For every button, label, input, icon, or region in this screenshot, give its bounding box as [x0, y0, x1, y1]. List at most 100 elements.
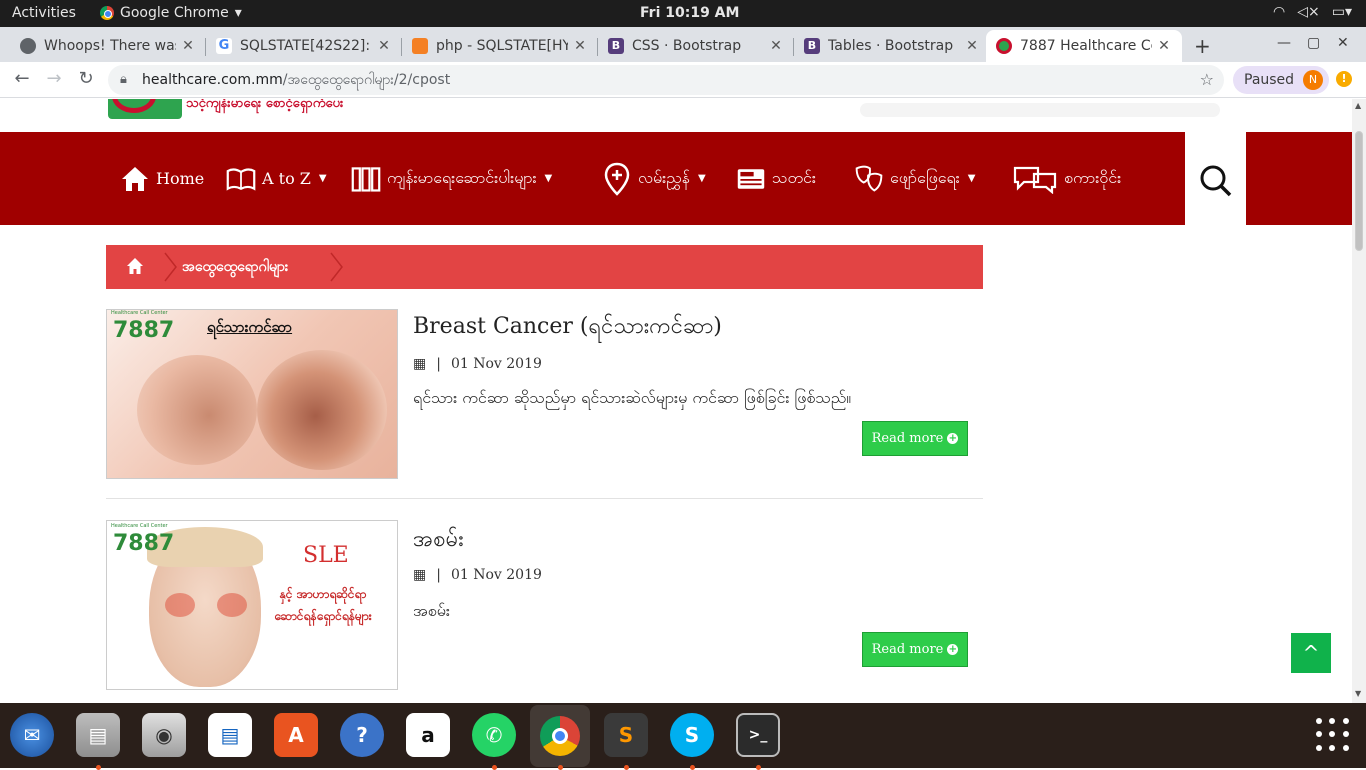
tab-healthcare[interactable]: 7887 Healthcare Ce ✕: [986, 30, 1182, 62]
tab-title: CSS · Bootstrap: [632, 38, 742, 54]
search-button[interactable]: [1185, 132, 1246, 225]
tab-whoops[interactable]: Whoops! There was ✕: [10, 30, 206, 62]
amazon-icon[interactable]: a: [406, 713, 450, 757]
post-thumbnail[interactable]: Healthcare Call Center 7887 SLE နှင့် အာ…: [106, 520, 398, 690]
lock-icon: 🔒︎: [120, 72, 127, 87]
show-applications-icon[interactable]: [1316, 718, 1350, 752]
close-icon[interactable]: ✕: [964, 38, 980, 54]
terminal-icon[interactable]: >_: [736, 713, 780, 757]
scrollbar-thumb[interactable]: [1355, 131, 1363, 251]
close-icon[interactable]: ✕: [180, 38, 196, 54]
libreoffice-writer-icon[interactable]: ▤: [208, 713, 252, 757]
breadcrumb-current[interactable]: အထွေထွေရောဂါများ: [182, 257, 288, 278]
minimize-button[interactable]: —: [1277, 35, 1291, 51]
system-top-bar: Activities Google Chrome ▾ Fri 10:19 AM …: [0, 0, 1366, 27]
stackoverflow-icon: [412, 38, 428, 54]
rhythmbox-icon[interactable]: ◉: [142, 713, 186, 757]
post-date: 01 Nov 2019: [450, 567, 542, 583]
home-icon[interactable]: [126, 257, 144, 279]
app-menu[interactable]: Google Chrome ▾: [100, 5, 242, 21]
clock[interactable]: Fri 10:19 AM: [640, 5, 739, 21]
nav-home[interactable]: Home: [120, 132, 204, 225]
main-nav: Home A to Z ▼ ကျန်းမာရေးဆောင်းပါးများ ▼ …: [0, 132, 1352, 225]
breadcrumb-chevron-icon: [330, 252, 343, 282]
warning-icon: [20, 38, 36, 54]
tab-title: SQLSTATE[42S22]: C: [240, 38, 372, 54]
tab-title: 7887 Healthcare Ce: [1020, 38, 1152, 54]
nav-forum[interactable]: စကားဝိုင်း: [1012, 132, 1121, 225]
back-arrow-icon[interactable]: ←: [10, 68, 34, 89]
whatsapp-icon[interactable]: ✆: [472, 713, 516, 757]
nav-news[interactable]: သတင်း: [736, 132, 816, 225]
thunderbird-icon[interactable]: ✉: [10, 713, 54, 757]
post-meta: ▦ | 01 Nov 2019: [413, 567, 542, 583]
site-tagline: သင့်ကျန်းမာရေး စောင့်ရှောက်ပေး: [186, 99, 344, 111]
close-icon[interactable]: ✕: [768, 38, 784, 54]
sublime-text-icon[interactable]: S: [604, 713, 648, 757]
tab-stackoverflow[interactable]: php - SQLSTATE[HY ✕: [402, 30, 598, 62]
post-title[interactable]: အစမ်း: [413, 524, 464, 557]
chrome-icon: [100, 6, 114, 20]
url-domain: healthcare.com.mm: [142, 72, 283, 88]
nav-a-to-z[interactable]: A to Z ▼: [226, 132, 327, 225]
profile-paused-button[interactable]: Paused N: [1233, 66, 1329, 94]
calendar-icon: ▦: [413, 567, 427, 583]
post-title[interactable]: Breast Cancer (ရင်သားကင်ဆာ): [413, 311, 722, 344]
maximize-button[interactable]: ▢: [1307, 35, 1320, 51]
home-icon: [120, 164, 150, 194]
tab-title: Whoops! There was: [44, 38, 176, 54]
software-center-icon[interactable]: A: [274, 713, 318, 757]
nav-health-articles[interactable]: ကျန်းမာရေးဆောင်းပါးများ ▼: [351, 132, 552, 225]
header-placeholder: [860, 103, 1220, 117]
chevron-down-icon: ▾: [234, 5, 242, 21]
caret-down-icon: ▼: [697, 173, 706, 184]
forward-arrow-icon[interactable]: →: [42, 68, 66, 89]
plus-circle-icon: +: [947, 644, 959, 655]
bootstrap-icon: B: [608, 38, 624, 54]
app-name: Google Chrome: [120, 5, 229, 21]
read-more-button[interactable]: Read more +: [862, 632, 968, 667]
nav-directory[interactable]: လမ်းညွှန် ▼: [602, 132, 706, 225]
browser-toolbar: ← → ↻ 🔒︎ healthcare.com.mm/အထွေထွေရောဂါမ…: [0, 62, 1366, 98]
theater-masks-icon: [854, 164, 884, 194]
chrome-dock-icon[interactable]: [530, 705, 590, 767]
tab-css-bootstrap[interactable]: B CSS · Bootstrap ✕: [598, 30, 794, 62]
update-alert-icon[interactable]: !: [1336, 71, 1352, 87]
post-item: Healthcare Call Center 7887 ရင်သားကင်ဆာ …: [106, 309, 983, 499]
close-icon[interactable]: ✕: [1156, 38, 1172, 54]
nav-entertainment[interactable]: ဖျော်ဖြေရေး ▼: [854, 132, 975, 225]
url-path: /အထွေထွေရောဂါများ/2/cpost: [282, 72, 451, 88]
healthcare-icon: [996, 38, 1012, 54]
tab-sqlstate-google[interactable]: G SQLSTATE[42S22]: C ✕: [206, 30, 402, 62]
tab-title: Tables · Bootstrap: [828, 38, 954, 54]
window-close-button[interactable]: ✕: [1337, 35, 1349, 51]
skype-icon[interactable]: S: [670, 713, 714, 757]
system-tray[interactable]: ◠ ◁× ▭▾: [1273, 4, 1352, 20]
reload-icon[interactable]: ↻: [74, 68, 98, 89]
read-more-button[interactable]: Read more +: [862, 421, 968, 456]
breadcrumb-chevron-icon: [164, 252, 177, 282]
files-icon[interactable]: ▤: [76, 713, 120, 757]
nav-label: သတင်း: [772, 167, 816, 187]
back-to-top-button[interactable]: ^: [1291, 633, 1331, 673]
post-date: 01 Nov 2019: [450, 356, 542, 372]
tab-strip: Whoops! There was ✕ G SQLSTATE[42S22]: C…: [0, 27, 1366, 62]
address-bar[interactable]: 🔒︎ healthcare.com.mm/အထွေထွေရောဂါများ/2/…: [108, 65, 1224, 95]
close-icon[interactable]: ✕: [376, 38, 392, 54]
post-thumbnail[interactable]: Healthcare Call Center 7887 ရင်သားကင်ဆာ: [106, 309, 398, 479]
scroll-up-icon[interactable]: ▲: [1355, 101, 1361, 110]
avatar: N: [1303, 70, 1323, 90]
scroll-down-icon[interactable]: ▼: [1355, 689, 1361, 698]
volume-icon: ◁×: [1297, 4, 1320, 20]
bookmark-star-icon[interactable]: ☆: [1200, 65, 1214, 95]
page-scrollbar[interactable]: ▲ ▼: [1352, 99, 1366, 703]
thumb-label: SLE: [303, 543, 349, 568]
help-icon[interactable]: ?: [340, 713, 384, 757]
google-icon: G: [216, 38, 232, 54]
new-tab-button[interactable]: +: [1194, 34, 1211, 58]
close-icon[interactable]: ✕: [572, 38, 588, 54]
search-icon: [1199, 164, 1233, 202]
activities-button[interactable]: Activities: [12, 5, 76, 21]
web-page: သင့်ကျန်းမာရေး စောင့်ရှောက်ပေး Home A to…: [0, 99, 1352, 703]
tab-tables-bootstrap[interactable]: B Tables · Bootstrap ✕: [794, 30, 990, 62]
